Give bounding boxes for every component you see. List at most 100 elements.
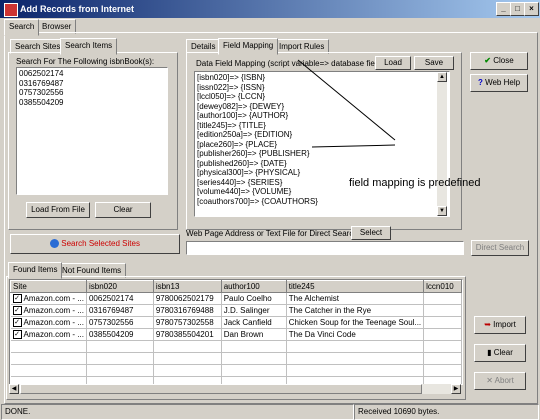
- table-cell: [423, 340, 462, 353]
- results-hscrollbar[interactable]: ◀ ▶: [9, 384, 461, 394]
- table-row[interactable]: [10, 340, 462, 353]
- table-cell: J.D. Salinger: [221, 304, 287, 317]
- row-checkbox[interactable]: ✓: [12, 306, 22, 316]
- direct-search-button[interactable]: Direct Search: [471, 240, 529, 256]
- row-checkbox[interactable]: ✓: [12, 330, 22, 340]
- table-row[interactable]: [10, 352, 462, 365]
- table-cell: 9780062502179: [153, 292, 222, 305]
- cell-text: The Alchemist: [288, 294, 340, 303]
- cell-text: Amazon.com - ...: [23, 293, 84, 303]
- cell-text: The Da Vinci Code: [288, 330, 356, 339]
- tab-search[interactable]: Search: [4, 19, 40, 36]
- direct-search-label: Web Page Address or Text File for Direct…: [186, 229, 361, 238]
- table-cell: ✓ Amazon.com - ...: [10, 292, 87, 305]
- table-cell: Jack Canfield: [221, 316, 287, 329]
- cell-text: J.D. Salinger: [223, 306, 270, 315]
- column-header[interactable]: lccn010: [423, 280, 462, 293]
- table-cell: [86, 352, 154, 365]
- table-cell: 0062502174: [86, 292, 154, 305]
- column-header[interactable]: Site: [10, 280, 87, 293]
- abort-button[interactable]: ✕ Abort: [474, 372, 526, 390]
- cell-text: 0316769487: [88, 306, 134, 315]
- scroll-left-arrow-icon[interactable]: ◀: [9, 384, 19, 394]
- cell-text: 0385504209: [88, 330, 134, 339]
- table-cell: [153, 364, 222, 377]
- cell-text: 0062502174: [88, 294, 134, 303]
- cell-text: 9780757302558: [155, 318, 214, 327]
- cell-text: 9780062502179: [155, 294, 214, 303]
- column-header[interactable]: isbn020: [85, 280, 154, 293]
- import-icon: ➥: [484, 320, 491, 329]
- status-right: Received 10690 bytes.: [354, 404, 539, 420]
- column-header[interactable]: isbn13: [152, 280, 222, 293]
- table-cell: [286, 340, 425, 353]
- table-cell: The Catcher in the Rye: [286, 304, 425, 317]
- search-selected-sites-button[interactable]: Search Selected Sites: [10, 234, 180, 254]
- table-cell: [286, 364, 425, 377]
- select-file-button[interactable]: Select: [351, 226, 391, 240]
- table-cell: [221, 352, 287, 365]
- table-cell: ✓ Amazon.com - ...: [10, 328, 87, 341]
- table-cell: [86, 364, 154, 377]
- table-cell: ✓ Amazon.com - ...: [10, 304, 87, 317]
- table-cell: [286, 352, 425, 365]
- table-cell: [221, 340, 287, 353]
- column-header[interactable]: title245: [285, 280, 425, 293]
- table-cell: [10, 340, 87, 353]
- cell-text: The Catcher in the Rye: [288, 306, 372, 315]
- help-icon: ?: [477, 78, 483, 87]
- tab-search-items[interactable]: Search Items: [60, 38, 118, 55]
- direct-search-input[interactable]: [186, 241, 464, 255]
- cell-text: 9780385504201: [155, 330, 214, 339]
- table-cell: 0385504209: [86, 328, 154, 341]
- tab-field-mapping[interactable]: Field Mapping: [218, 38, 279, 55]
- table-cell: [423, 304, 462, 317]
- abort-icon: ✕: [486, 376, 493, 385]
- table-cell: [10, 364, 87, 377]
- cell-text: Jack Canfield: [223, 318, 272, 327]
- results-grid[interactable]: Site isbn020 isbn13 author100 title245 lccn01…: [9, 279, 463, 385]
- close-button[interactable]: ✔ Close: [470, 52, 528, 70]
- table-cell: [10, 352, 87, 365]
- table-row[interactable]: ✓ Amazon.com - ... 0316769487 9780316769488…: [10, 304, 462, 317]
- table-cell: ✓ Amazon.com - ...: [10, 316, 87, 329]
- web-help-button[interactable]: ? Web Help: [470, 74, 528, 92]
- row-checkbox[interactable]: ✓: [12, 294, 22, 304]
- scroll-right-arrow-icon[interactable]: ▶: [451, 384, 461, 394]
- check-icon: ✔: [484, 56, 491, 65]
- cell-text: 9780316769488: [155, 306, 214, 315]
- table-cell: [153, 352, 222, 365]
- annotation-text: field mapping is predefined: [349, 177, 481, 189]
- cell-text: 0757302556: [88, 318, 134, 327]
- row-checkbox[interactable]: ✓: [12, 318, 22, 328]
- table-cell: [153, 340, 222, 353]
- table-cell: Paulo Coelho: [221, 292, 287, 305]
- table-cell: [221, 364, 287, 377]
- status-left: DONE.: [1, 404, 354, 420]
- table-cell: 9780757302558: [153, 316, 222, 329]
- cell-text: Amazon.com - ...: [23, 305, 84, 315]
- column-header[interactable]: author100: [220, 280, 287, 293]
- table-cell: 9780316769488: [153, 304, 222, 317]
- table-row[interactable]: ✓ Amazon.com - ... 0062502174 9780062502179…: [10, 292, 462, 305]
- trash-icon: ▮: [487, 348, 492, 357]
- table-cell: The Alchemist: [286, 292, 425, 305]
- table-cell: Dan Brown: [221, 328, 287, 341]
- tab-found-items[interactable]: Found Items: [8, 262, 63, 279]
- cell-text: Paulo Coelho: [223, 294, 272, 303]
- scroll-thumb[interactable]: [20, 384, 422, 394]
- cell-text: Amazon.com - ...: [23, 317, 84, 327]
- table-cell: 9780385504201: [153, 328, 222, 341]
- table-row[interactable]: [10, 364, 462, 377]
- cell-text: Dan Brown: [223, 330, 264, 339]
- table-cell: [423, 364, 462, 377]
- table-row[interactable]: ✓ Amazon.com - ... 0757302556 9780757302558…: [10, 316, 462, 329]
- clear-results-button[interactable]: ▮ Clear: [474, 344, 526, 362]
- table-row[interactable]: ✓ Amazon.com - ... 0385504209 9780385504201…: [10, 328, 462, 341]
- table-cell: [423, 316, 462, 329]
- globe-icon: [50, 239, 60, 249]
- cell-text: Amazon.com - ...: [23, 329, 84, 339]
- table-cell: The Da Vinci Code: [286, 328, 425, 341]
- import-button[interactable]: ➥ Import: [474, 316, 526, 334]
- table-cell: Chicken Soup for the Teenage Soul...: [286, 316, 425, 329]
